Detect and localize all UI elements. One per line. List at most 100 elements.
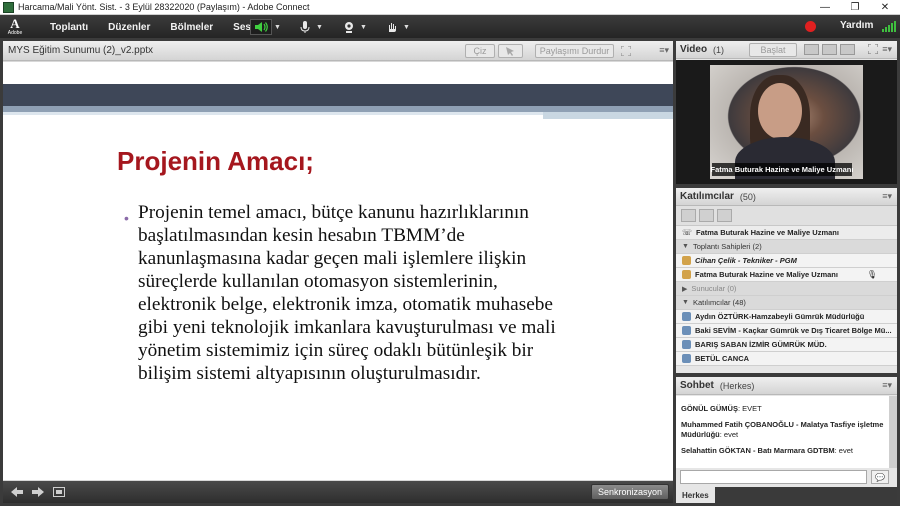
video-pod: Video (1) Başlat ≡▾ Fatma Buturak Hazine… xyxy=(676,41,897,184)
chat-pod: Sohbet (Herkes) ≡▾ GÖNÜL GÜMÜŞ: EVET Muh… xyxy=(676,377,897,503)
webcam-dropdown-icon[interactable]: ▼ xyxy=(358,19,369,35)
participant-icon xyxy=(682,354,691,363)
chat-pod-header: Sohbet (Herkes) ≡▾ xyxy=(676,377,897,395)
attendees-pod-title: Katılımcılar xyxy=(680,191,734,202)
chat-scrollbar[interactable] xyxy=(889,396,897,468)
next-slide-icon[interactable] xyxy=(31,486,45,498)
menu-duzenler[interactable]: Düzenler xyxy=(108,22,150,33)
draw-button[interactable]: Çiz xyxy=(465,44,495,58)
host-icon xyxy=(682,256,691,265)
microphone-control: ▼ xyxy=(296,19,325,35)
pointer-icon[interactable] xyxy=(498,44,523,58)
video-layout-icons xyxy=(804,44,855,55)
collapse-caret-icon: ▼ xyxy=(682,243,689,250)
bullet-icon: • xyxy=(124,210,129,226)
chat-message: GÖNÜL GÜMÜŞ: EVET xyxy=(681,404,762,413)
tab-herkes[interactable]: Herkes xyxy=(676,487,715,503)
participant-icon xyxy=(682,312,691,321)
attendee-row[interactable]: BARIŞ SABAN İZMİR GÜMRÜK MÜD. xyxy=(676,338,897,352)
share-pod-title: MYS Eğitim Sunumu (2)_v2.pptx xyxy=(8,45,154,56)
slide-header-band xyxy=(3,84,673,106)
share-pod: MYS Eğitim Sunumu (2)_v2.pptx Çiz Paylaş… xyxy=(3,41,673,503)
host-icon xyxy=(682,270,691,279)
chat-tabs: Herkes xyxy=(676,487,897,503)
grid-view-icon[interactable] xyxy=(804,44,819,55)
video-pod-count: (1) xyxy=(713,44,725,55)
chat-message-input[interactable] xyxy=(680,470,867,484)
chat-message: Selahattin GÖKTAN - Batı Marmara GDTBM: … xyxy=(681,446,853,455)
chat-pod-menu-icon[interactable]: ≡▾ xyxy=(882,380,892,391)
chat-scope: (Herkes) xyxy=(719,380,755,391)
adobe-logo: A Adobe xyxy=(7,16,23,36)
chat-message-list: GÖNÜL GÜMÜŞ: EVET Muhammed Fatih ÇOBANOĞ… xyxy=(676,396,889,468)
attendee-row[interactable]: Cihan Çelik - Tekniker - PGM xyxy=(676,254,897,268)
attendee-row[interactable]: Baki SEVİM - Kaçkar Gümrük ve Dış Ticare… xyxy=(676,324,897,338)
speaker-icon[interactable] xyxy=(250,19,272,35)
microphone-active-icon: 🎙 xyxy=(866,270,877,279)
video-pod-title: Video xyxy=(680,44,708,55)
attendees-pod-header: Katılımcılar (50) ≡▾ xyxy=(676,188,897,206)
sort-attendees-icon[interactable] xyxy=(717,209,732,222)
phone-icon: ☏ xyxy=(682,228,693,237)
participants-section-header[interactable]: ▼ Katılımcılar (48) xyxy=(676,296,897,310)
speaker-dropdown-icon[interactable]: ▼ xyxy=(272,19,283,35)
microphone-dropdown-icon[interactable]: ▼ xyxy=(314,19,325,35)
menu-bolmeler[interactable]: Bölmeler xyxy=(170,22,213,33)
attendees-count: (50) xyxy=(739,191,756,202)
menu-toplanti[interactable]: Toplantı xyxy=(50,22,88,33)
webcam-icon[interactable] xyxy=(340,19,358,35)
attendees-pod-menu-icon[interactable]: ≡▾ xyxy=(882,191,892,202)
raise-hand-icon[interactable] xyxy=(383,19,401,35)
chat-message: Muhammed Fatih ÇOBANOĞLU - Malatya Tasfi… xyxy=(681,420,884,439)
active-speaker-row: ☏ Fatma Buturak Hazine ve Maliye Uzmanı xyxy=(676,226,897,240)
video-area: Fatma Buturak Hazine ve Maliye Uzmanı xyxy=(676,60,897,184)
video-fullscreen-icon[interactable] xyxy=(867,43,879,57)
presenters-section-header[interactable]: ▶ Sunucular (0) xyxy=(676,282,897,296)
attendees-toolbar xyxy=(676,206,897,226)
maximize-button[interactable]: ❐ xyxy=(840,0,870,15)
window-controls: — ❐ ✕ xyxy=(810,0,900,15)
hosts-section-header[interactable]: ▼ Toplantı Sahipleri (2) xyxy=(676,240,897,254)
attendee-row[interactable]: Aydın ÖZTÜRK-Hamzabeyli Gümrük Müdürlüğü xyxy=(676,310,897,324)
share-pod-footer: Senkronizasyon xyxy=(3,481,673,503)
stop-sharing-button[interactable]: Paylaşımı Durdur xyxy=(535,44,614,58)
microphone-icon[interactable] xyxy=(296,19,314,35)
sync-button[interactable]: Senkronizasyon xyxy=(590,484,669,500)
fullscreen-icon[interactable] xyxy=(619,44,633,58)
minimize-button[interactable]: — xyxy=(810,0,840,15)
breakout-rooms-icon[interactable] xyxy=(699,209,714,222)
list-view-icon[interactable] xyxy=(681,209,696,222)
attendee-row[interactable]: Fatma Buturak Hazine ve Maliye Uzmanı 🎙 xyxy=(676,268,897,282)
close-button[interactable]: ✕ xyxy=(870,0,900,15)
attendee-row[interactable]: BETÜL CANCA xyxy=(676,352,897,366)
webcam-control: ▼ xyxy=(340,19,369,35)
previous-slide-icon[interactable] xyxy=(10,486,24,498)
menu-bar: A Adobe Toplantı Düzenler Bölmeler Ses ▼… xyxy=(0,16,900,38)
filmstrip-view-icon[interactable] xyxy=(822,44,837,55)
speaker-view-icon[interactable] xyxy=(840,44,855,55)
adobe-connect-app-icon xyxy=(3,1,14,13)
recording-indicator-icon[interactable] xyxy=(805,21,816,32)
presentation-slide: Projenin Amacı; • Projenin temel amacı, … xyxy=(3,62,673,480)
raise-hand-control: ▼ xyxy=(383,19,412,35)
send-message-icon[interactable]: 💬 xyxy=(871,470,889,484)
participant-icon xyxy=(682,326,691,335)
window-title: Harcama/Mali Yönt. Sist. - 3 Eylül 28322… xyxy=(18,2,310,12)
participant-icon xyxy=(682,340,691,349)
video-pod-menu-icon[interactable]: ≡▾ xyxy=(882,44,892,55)
start-video-button[interactable]: Başlat xyxy=(749,43,797,57)
video-pod-header: Video (1) Başlat ≡▾ xyxy=(676,41,897,59)
share-pod-header: MYS Eğitim Sunumu (2)_v2.pptx Çiz Paylaş… xyxy=(3,41,673,61)
webcam-video-feed xyxy=(710,65,863,179)
connection-signal-icon xyxy=(882,21,896,32)
slide-thumbnails-icon[interactable] xyxy=(52,486,66,498)
video-caption: Fatma Buturak Hazine ve Maliye Uzmanı xyxy=(710,163,854,176)
expand-caret-icon: ▶ xyxy=(682,285,688,293)
chat-input-row: 💬 xyxy=(676,468,897,486)
menu-ses[interactable]: Ses xyxy=(233,22,251,33)
collapse-caret-icon: ▼ xyxy=(682,299,689,306)
pod-options-menu-icon[interactable]: ≡▾ xyxy=(659,45,669,56)
raise-hand-dropdown-icon[interactable]: ▼ xyxy=(401,19,412,35)
slide-title: Projenin Amacı; xyxy=(117,146,314,176)
help-menu[interactable]: Yardım xyxy=(840,20,873,31)
